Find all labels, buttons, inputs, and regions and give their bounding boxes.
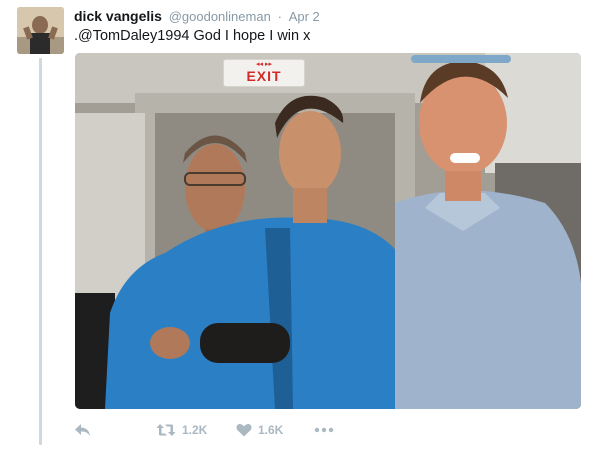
avatar[interactable] — [17, 7, 64, 54]
like-count: 1.6K — [258, 423, 284, 437]
photo-scene — [75, 53, 581, 409]
like-button[interactable]: 1.6K — [236, 419, 283, 441]
exit-label: EXIT — [246, 68, 282, 84]
more-button[interactable] — [314, 419, 334, 441]
tweet-actions: 1.2K 1.6K — [74, 419, 374, 441]
reply-icon — [75, 424, 90, 436]
tweet-date[interactable]: Apr 2 — [289, 9, 320, 24]
reply-button[interactable] — [74, 419, 92, 441]
tweet-text: .@TomDaley1994 God I hope I win x — [74, 28, 311, 44]
retweet-button[interactable]: 1.2K — [156, 419, 207, 441]
header-separator: · — [277, 9, 282, 24]
more-dots-icon — [314, 427, 334, 433]
retweet-icon — [156, 424, 176, 436]
exit-arrows: ◂◂ ▸▸ — [256, 61, 272, 68]
retweet-count: 1.2K — [182, 423, 208, 437]
tweet-photo[interactable]: ◂◂ ▸▸ EXIT — [75, 53, 581, 409]
tweet-header: dick vangelis @goodonlineman · Apr 2 — [74, 7, 320, 25]
avatar-image — [17, 7, 64, 54]
exit-sign: ◂◂ ▸▸ EXIT — [223, 59, 305, 87]
author-name[interactable]: dick vangelis — [74, 8, 162, 24]
author-handle[interactable]: @goodonlineman — [169, 9, 271, 24]
heart-icon — [236, 424, 252, 437]
thread-line — [39, 58, 42, 445]
